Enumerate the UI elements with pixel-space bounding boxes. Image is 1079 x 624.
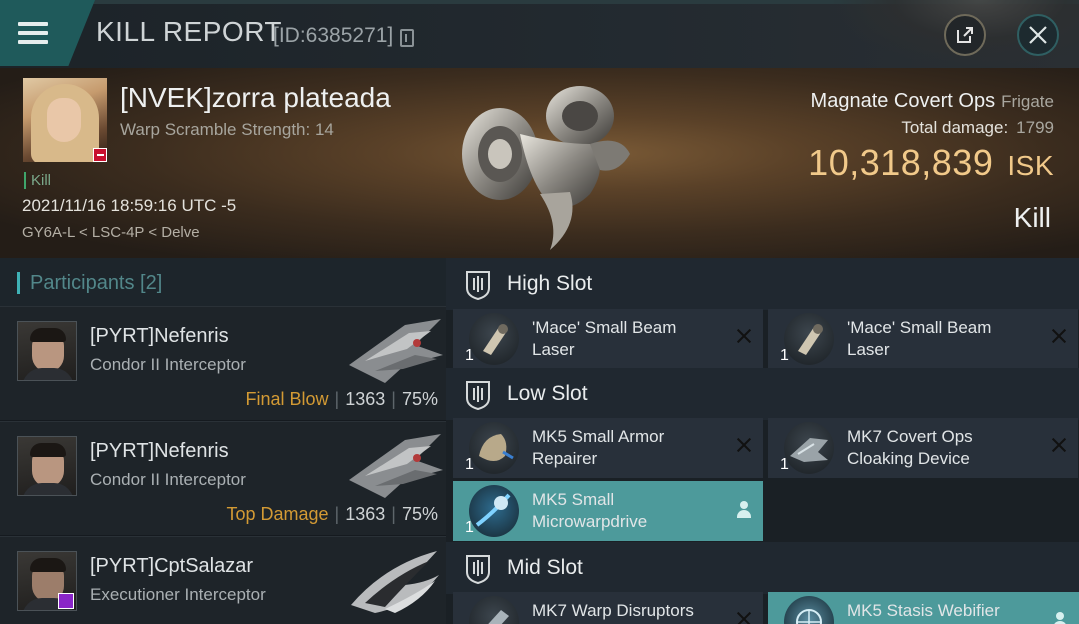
module-name: MK5 Small Armor Repairer [532,427,665,468]
warp-disruptor-icon [469,596,519,624]
participant-ship-image[interactable] [345,315,445,387]
participant-percent: 75% [401,504,438,524]
hamburger-icon [18,22,48,44]
participant-row[interactable]: [PYRT]Nefenris Condor II Interceptor Fin… [0,306,446,420]
participant-row[interactable]: [PYRT]Nefenris Condor II Interceptor Top… [0,421,446,535]
participant-damage: 1363 [345,389,386,409]
participant-ship-image[interactable] [345,430,445,502]
module-name: 'Mace' Small Beam Laser [847,318,992,359]
microwarpdrive-icon [469,485,519,537]
isk-value: 10,318,839 ISK [808,142,1054,183]
title-bar: KILL REPORT [ID:6385271] [0,0,1079,68]
participant-ship: Condor II Interceptor [90,470,246,489]
low-slot-icon [466,381,490,410]
victim-ship-image[interactable] [440,74,640,252]
participant-damage: 1363 [345,504,386,524]
result-label: Kill [1013,202,1051,233]
module-name: MK5 Stasis Webifier [847,601,1000,620]
module-item[interactable]: MK5 Stasis Webifier [768,592,1079,624]
participants-header: Participants [2] [0,258,446,306]
kill-location[interactable]: GY6A-L < LSC-4P < Delve [22,224,200,241]
total-damage-value: 1799 [1016,118,1054,137]
low-slot-label: Low Slot [507,382,588,405]
module-quantity: 1 [780,347,789,364]
kill-id: [ID:6385271] [273,24,394,47]
beam-laser-icon [469,313,519,365]
mid-slot-label: Mid Slot [507,556,583,579]
page-title: KILL REPORT [96,16,283,47]
low-slot-header: Low Slot [446,368,1079,420]
module-quantity: 1 [465,519,474,536]
module-name: 'Mace' Small Beam Laser [532,318,677,359]
mid-slot-header: Mid Slot [446,542,1079,594]
ship-class: Frigate [1001,92,1054,111]
kill-datetime: 2021/11/16 18:59:16 UTC -5 [22,196,237,215]
standing-badge [58,593,74,609]
kill-report-window: KILL REPORT [ID:6385271] [NVEK]zorra pla… [0,0,1079,624]
standing-badge [93,148,107,162]
participant-row[interactable]: [PYRT]CptSalazar Executioner Interceptor [0,536,446,624]
module-name: MK7 Covert Ops Cloaking Device [847,427,973,468]
beam-laser-icon [784,313,834,365]
participants-label: Participants [2] [30,272,163,294]
victim-ship[interactable]: Magnate Covert Ops Frigate [811,90,1054,113]
module-item[interactable]: 1 'Mace' Small Beam Laser [453,309,763,369]
module-quantity: 1 [465,456,474,473]
copy-icon[interactable] [400,29,414,47]
avatar[interactable] [17,436,77,496]
share-button[interactable] [944,14,986,56]
avatar[interactable] [17,321,77,381]
armor-repairer-icon [469,422,519,474]
mid-slot-icon [466,555,490,584]
victim-portrait[interactable] [23,78,107,162]
module-item[interactable]: 1 MK5 Small Microwarpdrive [453,481,763,541]
menu-button[interactable] [0,0,95,66]
module-quantity: 1 [465,347,474,364]
participant-ship-image[interactable] [345,545,445,617]
external-link-icon [957,27,973,43]
destroyed-icon [1050,436,1068,454]
participant-ship: Condor II Interceptor [90,355,246,374]
participant-stats: Final Blow | 1363 | 75% [245,389,438,409]
high-slot-label: High Slot [507,272,593,295]
destroyed-icon [735,436,753,454]
dropped-icon [1053,612,1067,624]
high-slot-header: High Slot [446,258,1079,310]
stasis-webifier-icon [784,596,834,624]
high-slot-icon [466,271,490,300]
module-name: MK7 Warp Disruptors [532,601,694,620]
destroyed-icon [1050,327,1068,345]
participant-percent: 75% [401,389,438,409]
participant-name[interactable]: [PYRT]Nefenris [90,325,229,348]
destroyed-icon [735,327,753,345]
total-damage: Total damage: 1799 [901,118,1054,137]
dropped-icon [737,501,751,519]
participant-name[interactable]: [PYRT]Nefenris [90,440,229,463]
module-item[interactable]: MK7 Warp Disruptors [453,592,763,624]
close-button[interactable] [1017,14,1059,56]
module-item[interactable]: 1 MK7 Covert Ops Cloaking Device [768,418,1078,478]
cloaking-device-icon [784,422,834,474]
participant-name[interactable]: [PYRT]CptSalazar [90,555,253,578]
isk-unit: ISK [1007,150,1054,181]
victim-name[interactable]: [NVEK]zorra plateada [120,82,391,114]
final-blow-tag: Final Blow [245,389,329,409]
warp-scramble-strength: Warp Scramble Strength: 14 [120,120,334,139]
participant-stats: Top Damage | 1363 | 75% [226,504,438,524]
victim-panel: [NVEK]zorra plateada Warp Scramble Stren… [0,68,1079,258]
module-quantity: 1 [780,456,789,473]
module-name: MK5 Small Microwarpdrive [532,490,648,531]
close-icon [1029,26,1047,44]
module-item[interactable]: 1 'Mace' Small Beam Laser [768,309,1078,369]
participant-ship: Executioner Interceptor [90,585,266,604]
destroyed-icon [735,610,753,624]
kill-tag: Kill [24,172,51,189]
module-item[interactable]: 1 MK5 Small Armor Repairer [453,418,763,478]
top-damage-tag: Top Damage [226,504,329,524]
